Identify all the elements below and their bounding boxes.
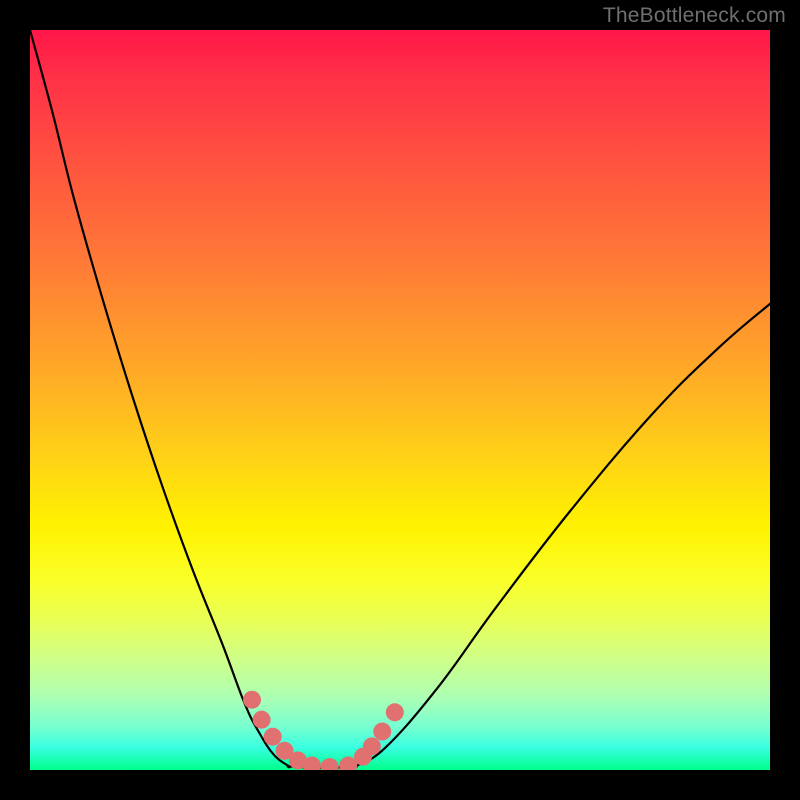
chart-frame: TheBottleneck.com [0,0,800,800]
valley-marker-dot [253,711,271,729]
valley-marker-dot [386,703,404,721]
valley-marker-dot [373,723,391,741]
valley-marker-dot [363,737,381,755]
valley-markers [243,691,404,770]
curve-svg [30,30,770,770]
watermark-text: TheBottleneck.com [603,4,786,28]
valley-marker-dot [243,691,261,709]
bottleneck-curve [30,30,770,768]
valley-marker-dot [321,758,339,770]
valley-marker-dot [264,728,282,746]
plot-area [30,30,770,770]
